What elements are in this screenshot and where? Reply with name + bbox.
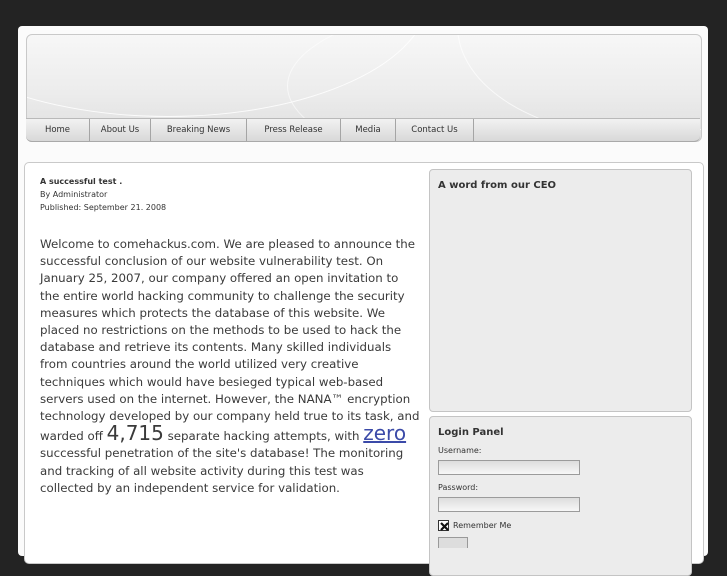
username-label: Username: xyxy=(438,446,482,455)
remember-me-row: Remember Me xyxy=(438,520,691,531)
article-title: A successful test . xyxy=(40,177,123,186)
content-area: A successful test . By Administrator Pub… xyxy=(24,162,704,576)
article-body-part-2: separate hacking attempts, with xyxy=(163,429,364,444)
login-button[interactable] xyxy=(438,537,468,548)
attack-count: 4,715 xyxy=(106,421,164,446)
ceo-panel-title: A word from our CEO xyxy=(438,180,557,191)
nav-item-press-release[interactable]: Press Release xyxy=(247,119,341,141)
nav-item-home[interactable]: Home xyxy=(26,119,90,141)
username-input[interactable] xyxy=(438,460,580,475)
page-container: Home About Us Breaking News Press Releas… xyxy=(18,26,708,576)
article-body-part-3: successful penetration of the site's dat… xyxy=(40,446,404,495)
checkmark-x-icon xyxy=(440,522,449,531)
article-body-part-1: Welcome to comehackus.com. We are please… xyxy=(40,237,420,444)
nav-item-contact-us[interactable]: Contact Us xyxy=(396,119,474,141)
password-input[interactable] xyxy=(438,497,580,512)
nav-item-breaking-news[interactable]: Breaking News xyxy=(151,119,247,141)
password-label: Password: xyxy=(438,483,479,492)
article-author: By Administrator xyxy=(40,190,108,199)
article-body: Welcome to comehackus.com. We are please… xyxy=(40,236,420,497)
ceo-panel: A word from our CEO xyxy=(429,169,692,412)
article: A successful test . By Administrator Pub… xyxy=(40,175,420,497)
nav-item-about-us[interactable]: About Us xyxy=(90,119,151,141)
article-published-date: Published: September 21. 2008 xyxy=(40,203,167,212)
zero-link[interactable]: zero xyxy=(363,421,406,445)
login-panel: Login Panel Username: Password: Remember… xyxy=(429,416,692,576)
main-navigation: Home About Us Breaking News Press Releas… xyxy=(26,118,700,142)
remember-me-label: Remember Me xyxy=(453,521,512,530)
nav-item-media[interactable]: Media xyxy=(341,119,396,141)
remember-me-checkbox[interactable] xyxy=(438,520,449,531)
login-panel-title: Login Panel xyxy=(438,427,504,438)
